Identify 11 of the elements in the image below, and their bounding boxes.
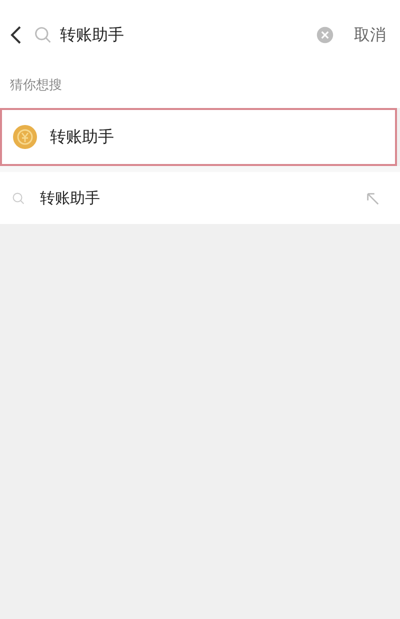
search-icon bbox=[12, 192, 25, 204]
search-icon bbox=[34, 26, 52, 44]
search-field[interactable]: 转账助手 bbox=[60, 26, 308, 44]
section-title: 猜你想搜 bbox=[10, 78, 62, 93]
suggestion-item[interactable]: 转账助手 bbox=[0, 108, 397, 166]
arrow-icon[interactable] bbox=[365, 190, 380, 206]
coin-icon bbox=[13, 125, 37, 149]
cancel-button[interactable]: 取消 bbox=[354, 24, 386, 46]
clear-icon[interactable] bbox=[316, 26, 334, 44]
search-history-item[interactable]: 转账助手 bbox=[0, 172, 400, 224]
back-icon[interactable] bbox=[10, 25, 22, 45]
